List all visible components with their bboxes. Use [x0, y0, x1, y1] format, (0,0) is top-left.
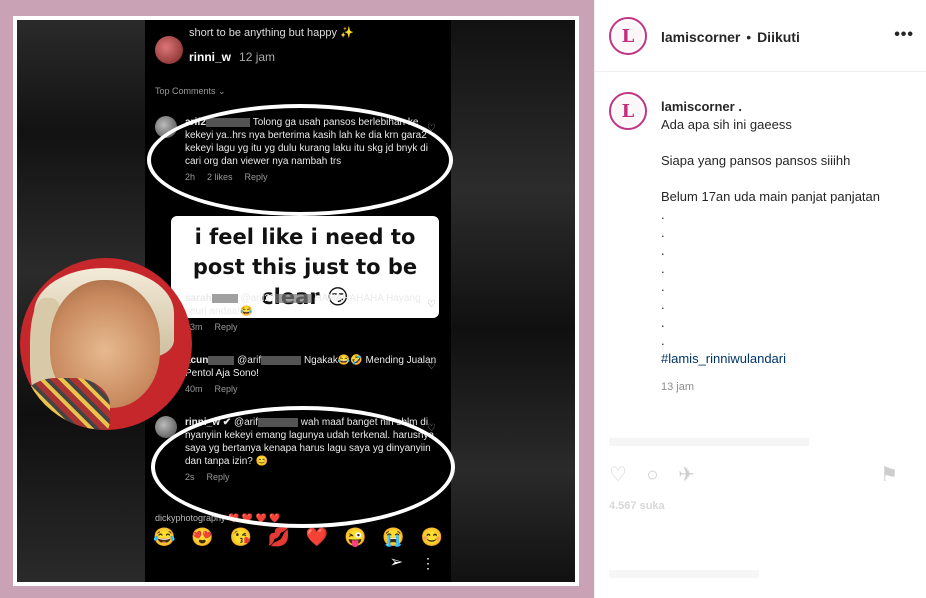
- profile-portrait: [20, 258, 192, 430]
- caption-line: [661, 170, 911, 188]
- more-vertical-icon: ⋮: [421, 555, 435, 571]
- redaction: [275, 293, 312, 303]
- post-image[interactable]: short to be anything but happy ✨ rinni_w…: [13, 16, 579, 586]
- caption-line: .: [661, 333, 665, 348]
- faded-timestamp: [609, 570, 759, 578]
- comment-item: sarah @arif27 HAHAHAHAHA Hayang seuri an…: [155, 292, 443, 334]
- emoji-heart-icon: ❤️: [305, 527, 329, 547]
- avatar-logo: L: [613, 21, 643, 51]
- account-avatar[interactable]: L: [609, 17, 647, 55]
- emoji-reaction-bar: 😂 😍 😘 💋 ❤️ 😜 😭 😊: [153, 527, 443, 548]
- caption-line: Belum 17an uda main panjat panjatan: [661, 189, 880, 204]
- caption-line: .: [661, 261, 665, 276]
- emoji-cry-laugh-icon: 😭: [382, 527, 405, 547]
- caption-line: Siapa yang pansos pansos siiihh: [661, 153, 851, 168]
- emoji-kiss-icon: 😘: [229, 527, 252, 547]
- avatar-logo: L: [613, 96, 643, 126]
- highlight-circle: [147, 104, 453, 216]
- emoji-lips-icon: 💋: [267, 527, 291, 547]
- share-icon[interactable]: ✈: [678, 464, 695, 486]
- avatar: [155, 36, 183, 64]
- top-comments-label: Top Comments ⌄: [155, 86, 226, 96]
- follow-status-button[interactable]: Diikuti: [757, 29, 800, 45]
- phone-screenshot: short to be anything but happy ✨ rinni_w…: [145, 20, 455, 582]
- post-header: L lamiscorner • Diikuti •••: [595, 0, 926, 72]
- comment-item: acun @arif Ngakak😂🤣 Mending Jualan Pento…: [155, 354, 443, 396]
- comment-mention: @arif27: [240, 293, 276, 304]
- heart-icon: ♡: [427, 423, 436, 434]
- post-sidebar: L lamiscorner • Diikuti ••• L lamiscorne…: [594, 0, 926, 598]
- poster-time: 12 jam: [239, 50, 276, 64]
- caption-avatar[interactable]: L: [609, 92, 647, 130]
- hashtag-link[interactable]: #lamis_rinniwulandari: [661, 350, 911, 368]
- save-icon[interactable]: ⚑: [880, 462, 898, 487]
- caption-line: Ada apa sih ini gaeess: [661, 117, 792, 132]
- more-options-icon[interactable]: •••: [894, 26, 914, 44]
- separator: •: [746, 29, 752, 45]
- account-username-link[interactable]: lamiscorner: [661, 29, 740, 45]
- screenshot-content: short to be anything but happy ✨ rinni_w…: [17, 20, 575, 582]
- caption-line: .: [661, 315, 665, 330]
- emoji-laugh-icon: 😂: [153, 527, 176, 547]
- emoji-smile-icon: 😊: [420, 527, 443, 547]
- caption-line: .: [661, 297, 665, 312]
- heart-icon: ♡: [427, 299, 436, 310]
- caption-line: .: [661, 279, 665, 294]
- redaction: [261, 355, 302, 365]
- caption-line: [661, 134, 911, 152]
- instagram-post-modal: short to be anything but happy ✨ rinni_w…: [0, 0, 926, 598]
- poster-username: rinni_w: [189, 50, 232, 64]
- original-post-caption: short to be anything but happy ✨ rinni_w…: [155, 26, 443, 64]
- caption-snippet: short to be anything but happy ✨: [189, 27, 354, 39]
- heart-icon: ♡: [427, 361, 436, 372]
- emoji-tongue-icon: 😜: [344, 527, 367, 547]
- comment-username: sarah: [185, 293, 212, 304]
- redaction: [208, 355, 235, 365]
- caption-line: .: [661, 207, 665, 222]
- comment-mention: @arif: [237, 355, 262, 366]
- post-media: short to be anything but happy ✨ rinni_w…: [0, 0, 594, 598]
- redaction: [211, 293, 238, 303]
- faded-comment: [609, 438, 809, 446]
- action-bar: ♡ ○ ✈ ⚑: [609, 462, 912, 490]
- caption-line: .: [661, 243, 665, 258]
- post-time: 13 jam: [661, 381, 695, 393]
- caption-username-link[interactable]: lamiscorner .: [661, 98, 911, 116]
- caption-text: lamiscorner . Ada apa sih ini gaeess Sia…: [661, 92, 911, 396]
- caption-line: .: [661, 225, 665, 240]
- emoji-heart-eyes-icon: 😍: [191, 527, 214, 547]
- blurred-background-right: [447, 20, 575, 582]
- comment-reply: Reply: [214, 322, 238, 332]
- comment-icon[interactable]: ○: [647, 464, 659, 486]
- comment-time: 40m: [185, 384, 203, 394]
- original-poster: rinni_w 12 jam: [189, 50, 275, 64]
- highlight-circle: [151, 406, 455, 528]
- comment-reply: Reply: [214, 384, 238, 394]
- likes-count[interactable]: 4.567 suka: [609, 500, 665, 512]
- send-icon: ➢: [389, 554, 403, 571]
- like-icon[interactable]: ♡: [609, 464, 627, 486]
- header-account: lamiscorner • Diikuti: [661, 29, 800, 45]
